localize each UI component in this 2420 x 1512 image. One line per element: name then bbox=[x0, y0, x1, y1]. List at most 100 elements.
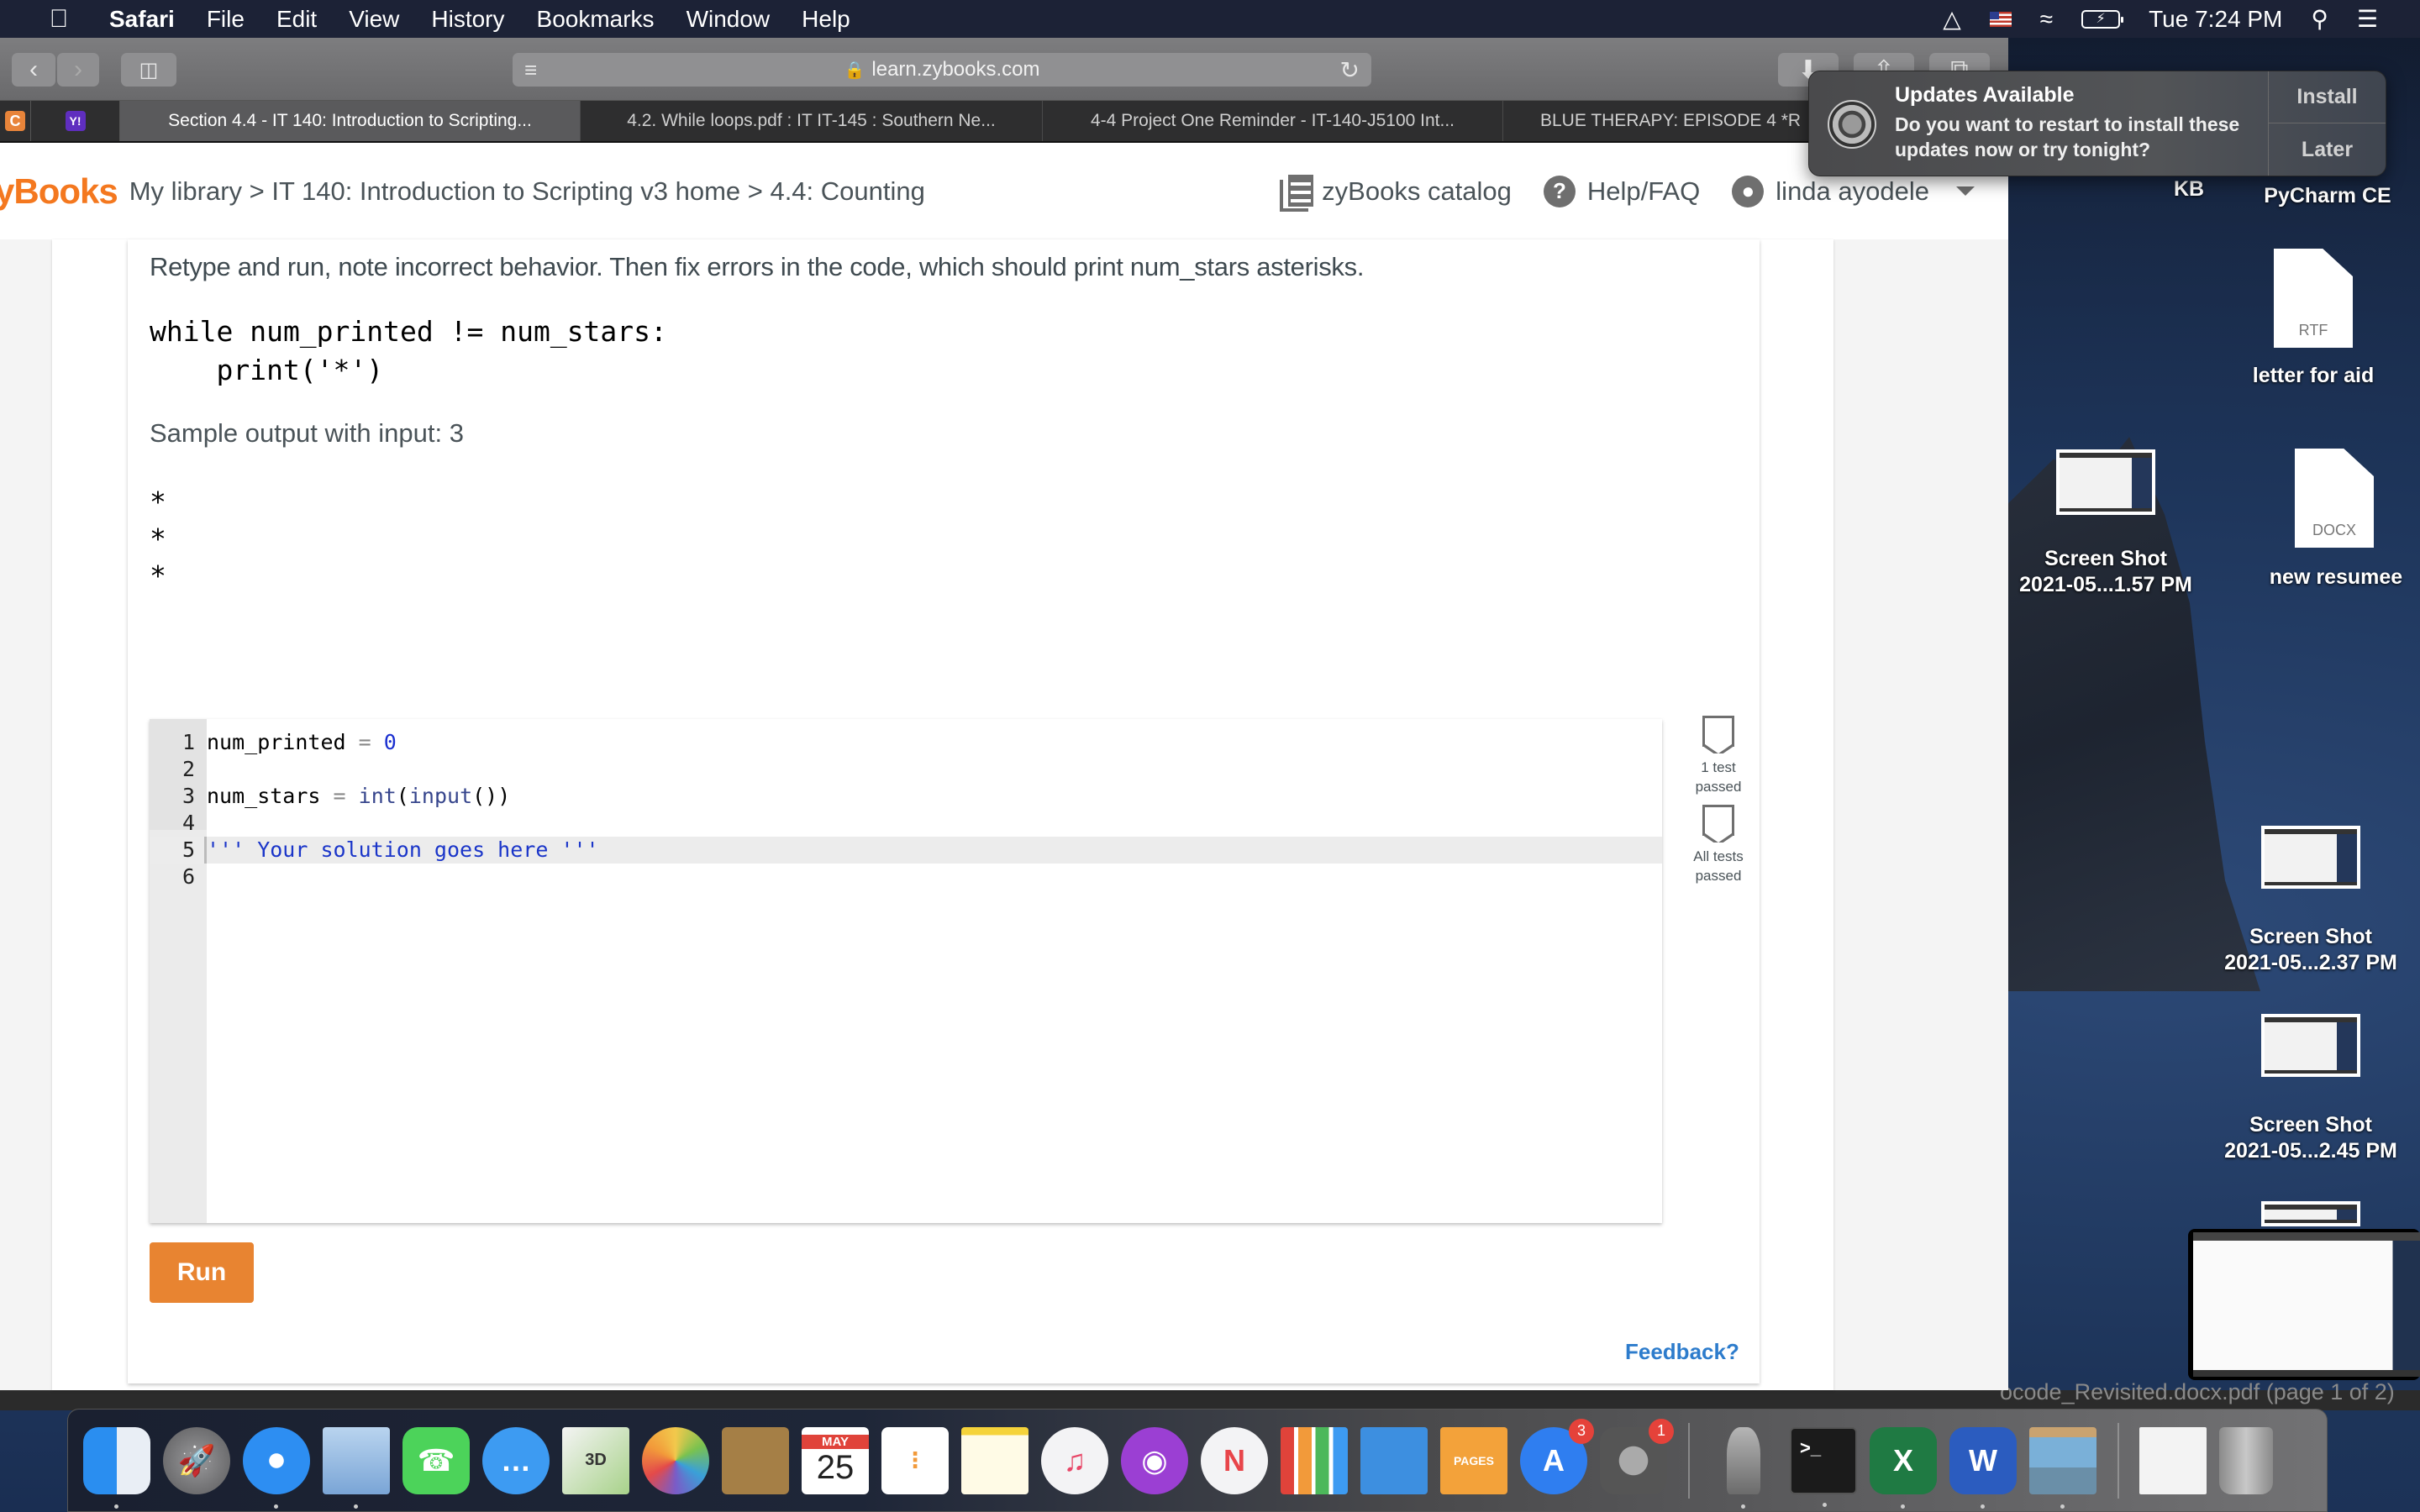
dock-messages-icon[interactable]: … bbox=[482, 1426, 550, 1494]
screenshot-floating-preview[interactable] bbox=[2188, 1229, 2420, 1380]
notification-center-icon[interactable]: ☰ bbox=[2357, 5, 2378, 33]
menu-history[interactable]: History bbox=[431, 6, 504, 33]
menu-help[interactable]: Help bbox=[802, 6, 850, 33]
dock-python-launcher-icon[interactable] bbox=[1727, 1426, 1760, 1509]
dock-reminders-icon[interactable]: ⋮ bbox=[881, 1426, 949, 1494]
dock-contacts-icon[interactable] bbox=[722, 1426, 789, 1494]
dock-maps-icon[interactable]: 3D bbox=[562, 1426, 629, 1494]
tab-label: BLUE THERAPY: EPISODE 4 *R bbox=[1540, 111, 1802, 130]
dock-excel-icon[interactable]: X bbox=[1870, 1426, 1937, 1509]
lock-icon: 🔒 bbox=[844, 60, 865, 80]
dock-news-icon[interactable]: N bbox=[1201, 1426, 1268, 1494]
reader-mode-icon[interactable]: ≡ bbox=[524, 57, 537, 83]
dock-word-icon[interactable]: W bbox=[1949, 1426, 2017, 1509]
forward-button[interactable]: › bbox=[57, 53, 99, 87]
desktop-item-new-resumee[interactable]: new resumee bbox=[2252, 564, 2420, 591]
screenshot-thumbnail-icon[interactable] bbox=[2056, 449, 2155, 515]
dock-photos-icon[interactable] bbox=[642, 1426, 709, 1494]
menu-edit[interactable]: Edit bbox=[276, 6, 317, 33]
screenshot-thumbnail-icon[interactable] bbox=[2261, 826, 2360, 889]
tab-blue-therapy[interactable]: BLUE THERAPY: EPISODE 4 *R bbox=[1503, 101, 1839, 141]
code-editor[interactable]: 1 num_printed = 0 2 3 num_stars = int(in… bbox=[150, 719, 1662, 1223]
dock-system-preferences-icon[interactable]: 1 bbox=[1600, 1418, 1674, 1494]
feedback-link[interactable]: Feedback? bbox=[1625, 1339, 1739, 1365]
address-bar[interactable]: ≡ 🔒 learn.zybooks.com ↻ bbox=[513, 53, 1371, 87]
desktop-item-screenshot-245[interactable]: Screen Shot 2021-05...2.45 PM bbox=[2210, 1112, 2412, 1164]
dock-notes-icon[interactable] bbox=[961, 1426, 1028, 1494]
editor-line-current[interactable]: 5 ''' Your solution goes here ''' bbox=[150, 837, 1662, 864]
tab-section-4-4[interactable]: Section 4.4 - IT 140: Introduction to Sc… bbox=[120, 101, 581, 141]
updates-notification[interactable]: Updates Available Do you want to restart… bbox=[1808, 71, 2386, 176]
later-button[interactable]: Later bbox=[2269, 123, 2386, 176]
screenshot-thumbnail-icon[interactable] bbox=[2261, 1201, 2360, 1226]
dock-preview-icon[interactable] bbox=[2029, 1426, 2096, 1509]
zybooks-catalog-link[interactable]: zyBooks catalog bbox=[1280, 174, 1512, 212]
notification-title: Updates Available bbox=[1895, 83, 2075, 107]
editor-line[interactable]: 2 bbox=[150, 756, 1662, 783]
menu-app-name[interactable]: Safari bbox=[109, 6, 175, 33]
editor-line[interactable]: 4 bbox=[150, 810, 1662, 837]
sidebar-icon: ◫ bbox=[139, 58, 159, 81]
file-extension: DOCX bbox=[2312, 522, 2356, 538]
dock-terminal-icon[interactable]: >_ bbox=[1790, 1426, 1857, 1507]
notification-actions: Install Later bbox=[2268, 71, 2386, 176]
dock-finder-icon[interactable] bbox=[83, 1426, 150, 1509]
desktop-item-letter-for-aid[interactable]: letter for aid bbox=[2235, 363, 2391, 389]
clock[interactable]: Tue 7:24 PM bbox=[2149, 6, 2282, 33]
user-menu[interactable]: ● linda ayodele bbox=[1732, 175, 1975, 207]
zybooks-header: yBooks My library > IT 140: Introduction… bbox=[0, 143, 2008, 239]
dock-podcasts-icon[interactable]: ◉ bbox=[1121, 1426, 1188, 1494]
menu-bookmarks[interactable]: Bookmarks bbox=[537, 6, 655, 33]
desk-label-line: 2021-05...1.57 PM bbox=[2019, 573, 2192, 596]
running-indicator bbox=[354, 1504, 358, 1509]
dock-recent-document-icon[interactable] bbox=[2139, 1426, 2207, 1494]
install-button[interactable]: Install bbox=[2269, 71, 2386, 123]
system-preferences-gear-icon bbox=[1828, 100, 1876, 149]
dock-app-store-icon[interactable]: A3 bbox=[1520, 1418, 1594, 1494]
desktop-item-screenshot-157[interactable]: Screen Shot 2021-05...1.57 PM bbox=[2008, 546, 2203, 598]
catalog-icon bbox=[1280, 174, 1314, 212]
dock-numbers-icon[interactable] bbox=[1281, 1426, 1348, 1494]
editor-line[interactable]: 6 bbox=[150, 864, 1662, 890]
dock-facetime-icon[interactable]: ☎ bbox=[402, 1426, 470, 1494]
zybooks-logo[interactable]: yBooks bbox=[0, 171, 118, 212]
desktop-item-kb[interactable]: KB bbox=[2151, 176, 2227, 202]
run-button[interactable]: Run bbox=[150, 1242, 254, 1303]
dock-calendar-icon[interactable]: MAY 25 bbox=[802, 1426, 869, 1494]
pinned-tab-c[interactable]: C bbox=[0, 101, 31, 141]
menu-file[interactable]: File bbox=[207, 6, 245, 33]
desktop-item-pycharm[interactable]: PyCharm CE bbox=[2244, 183, 2412, 209]
sidebar-toggle-button[interactable]: ◫ bbox=[121, 53, 176, 87]
dock-safari-icon[interactable] bbox=[243, 1426, 310, 1509]
dock-launchpad-icon[interactable]: 🚀 bbox=[163, 1426, 230, 1494]
dock-keynote-icon[interactable] bbox=[1360, 1426, 1428, 1494]
spotlight-search-icon[interactable]: ⚲ bbox=[2311, 5, 2328, 33]
dock-trash-icon[interactable] bbox=[2219, 1426, 2273, 1494]
desktop-item-screenshot-237[interactable]: Screen Shot 2021-05...2.37 PM bbox=[2210, 924, 2412, 976]
pinned-tab-yahoo[interactable]: Y! bbox=[31, 101, 120, 141]
reload-icon[interactable]: ↻ bbox=[1340, 56, 1360, 84]
airplay-icon[interactable]: △ bbox=[1943, 5, 1961, 33]
caret-down-icon bbox=[1956, 186, 1975, 196]
editor-line[interactable]: 1 num_printed = 0 bbox=[150, 729, 1662, 756]
help-faq-link[interactable]: ? Help/FAQ bbox=[1543, 175, 1700, 207]
us-flag-input-icon[interactable] bbox=[1989, 11, 2012, 27]
tab-label: 4-4 Project One Reminder - IT-140-J5100 … bbox=[1090, 111, 1455, 130]
tab-while-loops-pdf[interactable]: 4.2. While loops.pdf : IT IT-145 : South… bbox=[581, 101, 1043, 141]
safari-toolbar: ‹ › ◫ ≡ 🔒 learn.zybooks.com ↻ ⬇ ⇧ ⧉ bbox=[0, 38, 2008, 101]
apple-menu-icon[interactable]:  bbox=[42, 5, 76, 34]
back-button[interactable]: ‹ bbox=[12, 53, 55, 87]
calendar-month: MAY bbox=[802, 1434, 869, 1449]
dock-pages-icon[interactable]: PAGES bbox=[1440, 1426, 1507, 1494]
menu-window[interactable]: Window bbox=[687, 6, 771, 33]
wifi-icon[interactable]: ≈ bbox=[2040, 6, 2053, 33]
editor-line[interactable]: 3 num_stars = int(input()) bbox=[150, 783, 1662, 810]
user-name: linda ayodele bbox=[1776, 176, 1929, 206]
tab-project-one-reminder[interactable]: 4-4 Project One Reminder - IT-140-J5100 … bbox=[1043, 101, 1503, 141]
battery-charging-icon[interactable]: ⚡ bbox=[2081, 9, 2124, 29]
dock-music-icon[interactable]: ♫ bbox=[1041, 1426, 1108, 1494]
screenshot-thumbnail-icon[interactable] bbox=[2261, 1014, 2360, 1077]
breadcrumb[interactable]: My library > IT 140: Introduction to Scr… bbox=[129, 176, 925, 207]
dock-mail-icon[interactable] bbox=[323, 1426, 390, 1509]
menu-view[interactable]: View bbox=[349, 6, 399, 33]
